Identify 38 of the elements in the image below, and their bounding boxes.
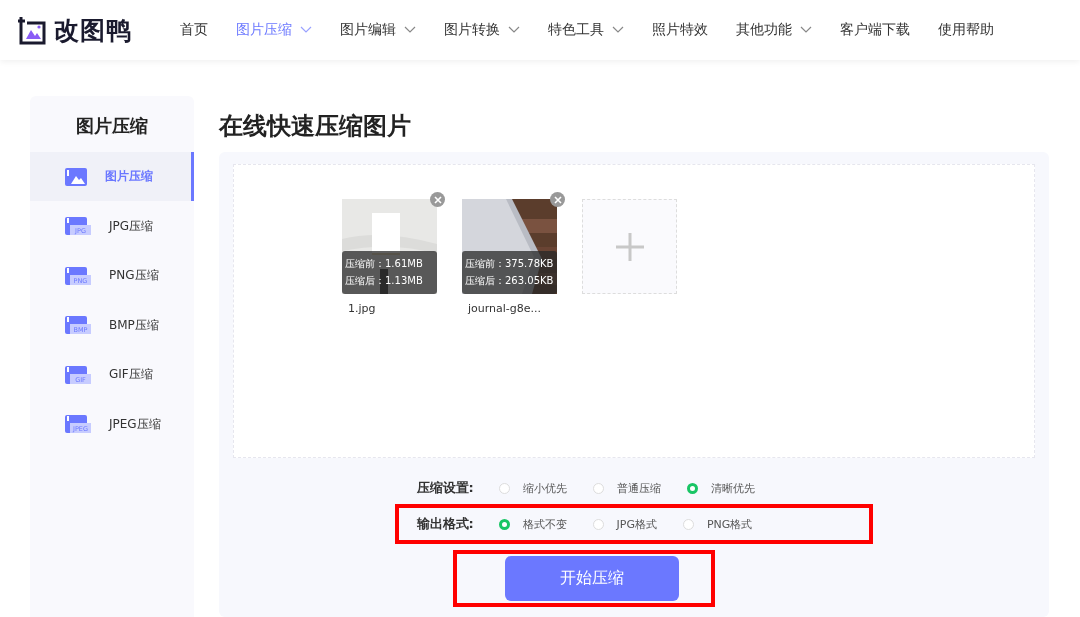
radio-button[interactable] (592, 482, 604, 494)
add-file-button[interactable] (582, 199, 677, 294)
file-name: journal-g8e... (467, 302, 543, 315)
nav-link[interactable]: 图片编辑 (340, 21, 416, 39)
radio-option[interactable]: 格式不变 (498, 516, 567, 532)
radio-button[interactable] (592, 518, 604, 530)
sidebar-title: 图片压缩 (75, 114, 149, 138)
radio-option[interactable]: PNG格式 (682, 516, 753, 532)
radio-button[interactable] (498, 518, 510, 530)
nav-link[interactable]: 其他功能 (736, 21, 812, 39)
logo-text: 改图鸭 (54, 14, 132, 47)
nav-link[interactable]: 使用帮助 (938, 21, 994, 39)
page-title: 在线快速压缩图片 (219, 111, 412, 142)
file-name: 1.jpg (347, 302, 377, 315)
radio-button[interactable] (686, 482, 698, 494)
radio-option[interactable]: 缩小优先 (498, 480, 567, 496)
size-after: 压缩后：263.05KB (465, 274, 555, 288)
nav-link[interactable]: 客户端下载 (840, 21, 910, 39)
nav-link[interactable]: 照片特效 (652, 21, 708, 39)
radio-option[interactable]: 清晰优先 (686, 480, 755, 496)
radio-option[interactable]: 普通压缩 (592, 480, 661, 496)
size-before: 压缩前：375.78KB (465, 257, 555, 271)
setting-label: 输出格式: (416, 515, 475, 533)
start-compress-button[interactable]: 开始压缩 (505, 556, 679, 601)
nav-link[interactable]: 特色工具 (548, 21, 624, 39)
size-after: 压缩后：1.13MB (345, 274, 424, 288)
nav-link[interactable]: 图片转换 (444, 21, 520, 39)
radio-option[interactable]: JPG格式 (592, 516, 657, 532)
close-icon[interactable] (550, 192, 565, 207)
size-before: 压缩前：1.61MB (345, 257, 424, 271)
nav-link[interactable]: 首页 (180, 21, 208, 39)
radio-button[interactable] (682, 518, 694, 530)
image-icon (65, 167, 87, 186)
plus-icon (615, 232, 644, 261)
radio-button[interactable] (498, 482, 510, 494)
setting-label: 压缩设置: (416, 479, 475, 497)
logo-icon (16, 15, 46, 45)
nav-link[interactable]: 图片压缩 (236, 21, 312, 39)
